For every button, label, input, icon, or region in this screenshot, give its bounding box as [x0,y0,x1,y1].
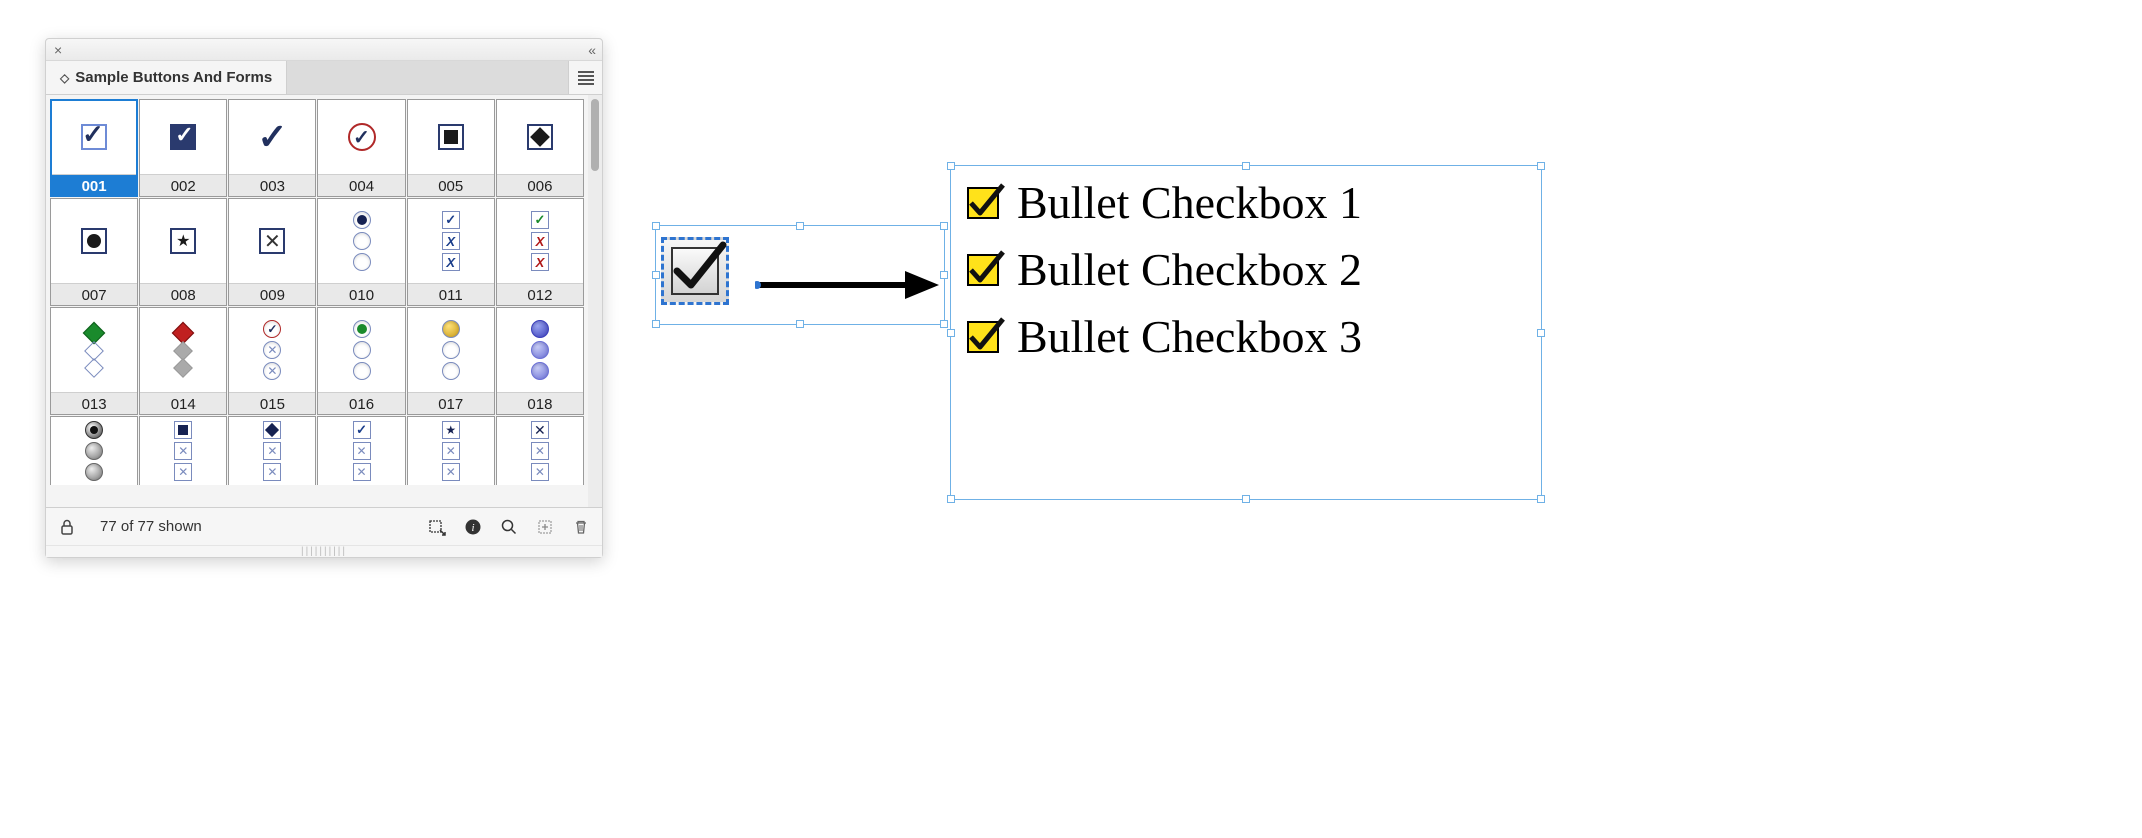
library-item-label: 013 [51,392,137,414]
tab-dropdown-icon: ◇ [60,71,69,85]
library-item-006[interactable]: 006 [496,99,584,197]
library-item-015[interactable]: ✓ ✕ ✕ 015 [228,307,316,415]
library-item-012[interactable]: ✓ X X 012 [496,198,584,306]
library-item-020[interactable]: ✕ ✕ [139,416,227,485]
library-item-label: 009 [229,283,315,305]
svg-text:i: i [471,522,474,534]
hamburger-icon [578,71,594,85]
library-item-label: 005 [408,174,494,196]
info-icon[interactable]: i [462,518,484,536]
library-item-010[interactable]: 010 [317,198,405,306]
library-item-023[interactable]: ★ ✕ ✕ [407,416,495,485]
library-item-021[interactable]: ✕ ✕ [228,416,316,485]
library-item-016[interactable]: 016 [317,307,405,415]
dragged-checkbox-sample[interactable] [661,237,729,305]
close-icon[interactable]: × [54,42,62,58]
library-item-009[interactable]: ✕ 009 [228,198,316,306]
library-item-001[interactable]: ✓ 001 [50,99,138,197]
bullet-checkbox-icon[interactable] [967,187,999,219]
library-item-007[interactable]: 007 [50,198,138,306]
library-item-label: 018 [497,392,583,414]
library-item-label: 004 [318,174,404,196]
bullet-text: Bullet Checkbox 1 [1017,176,1362,229]
bullet-checkbox-icon[interactable] [967,254,999,286]
sample-buttons-forms-panel: × « ◇ Sample Buttons And Forms ✓ 001 ✓ 0… [45,38,603,558]
library-item-label: 003 [229,174,315,196]
library-item-label: 014 [140,392,226,414]
library-item-004[interactable]: ✓ 004 [317,99,405,197]
library-item-label: 016 [318,392,404,414]
panel-titlebar[interactable]: × « [46,39,602,61]
library-item-002[interactable]: ✓ 002 [139,99,227,197]
form-library-grid: ✓ 001 ✓ 002 ✓ 003 ✓ 004 005 [46,95,588,507]
bullet-line-1: Bullet Checkbox 1 [967,176,1525,229]
panel-scrollbar[interactable] [588,95,602,507]
text-frame[interactable]: Bullet Checkbox 1 Bullet Checkbox 2 Bull… [950,165,1542,500]
library-item-014[interactable]: 014 [139,307,227,415]
library-item-label: 001 [51,174,137,196]
library-item-013[interactable]: 013 [50,307,138,415]
library-item-024[interactable]: ✕ ✕ ✕ [496,416,584,485]
demo-placement [655,225,945,325]
arrow-icon [755,265,940,305]
library-item-label: 006 [497,174,583,196]
bullet-line-3: Bullet Checkbox 3 [967,310,1525,363]
panel-footer: 77 of 77 shown i [46,507,602,545]
panel-resize-grip[interactable]: |||||||||| [46,545,602,557]
library-item-label: 008 [140,283,226,305]
bullet-text: Bullet Checkbox 3 [1017,310,1362,363]
library-item-008[interactable]: ★ 008 [139,198,227,306]
trash-icon[interactable] [570,518,592,536]
collapse-icon[interactable]: « [588,42,594,58]
new-icon[interactable] [534,518,556,536]
library-item-019[interactable] [50,416,138,485]
panel-tab-sample-buttons[interactable]: ◇ Sample Buttons And Forms [46,61,287,94]
panel-tab-bar: ◇ Sample Buttons And Forms [46,61,602,95]
panel-menu-button[interactable] [568,61,602,94]
library-item-label: 017 [408,392,494,414]
library-item-018[interactable]: 018 [496,307,584,415]
panel-status: 77 of 77 shown [100,518,412,535]
bullet-line-2: Bullet Checkbox 2 [967,243,1525,296]
library-item-022[interactable]: ✓ ✕ ✕ [317,416,405,485]
bullet-checkbox-icon[interactable] [967,321,999,353]
bullet-text: Bullet Checkbox 2 [1017,243,1362,296]
library-item-label: 012 [497,283,583,305]
search-icon[interactable] [498,518,520,536]
library-item-label: 011 [408,283,494,305]
library-item-005[interactable]: 005 [407,99,495,197]
library-item-label: 002 [140,174,226,196]
library-item-017[interactable]: 017 [407,307,495,415]
library-item-label: 010 [318,283,404,305]
library-item-003[interactable]: ✓ 003 [228,99,316,197]
library-item-label: 015 [229,392,315,414]
library-item-label: 007 [51,283,137,305]
library-item-011[interactable]: ✓ X X 011 [407,198,495,306]
scrollbar-thumb[interactable] [591,99,599,171]
panel-title: Sample Buttons And Forms [75,69,272,86]
place-library-icon[interactable] [426,518,448,536]
lock-icon[interactable] [56,519,78,535]
